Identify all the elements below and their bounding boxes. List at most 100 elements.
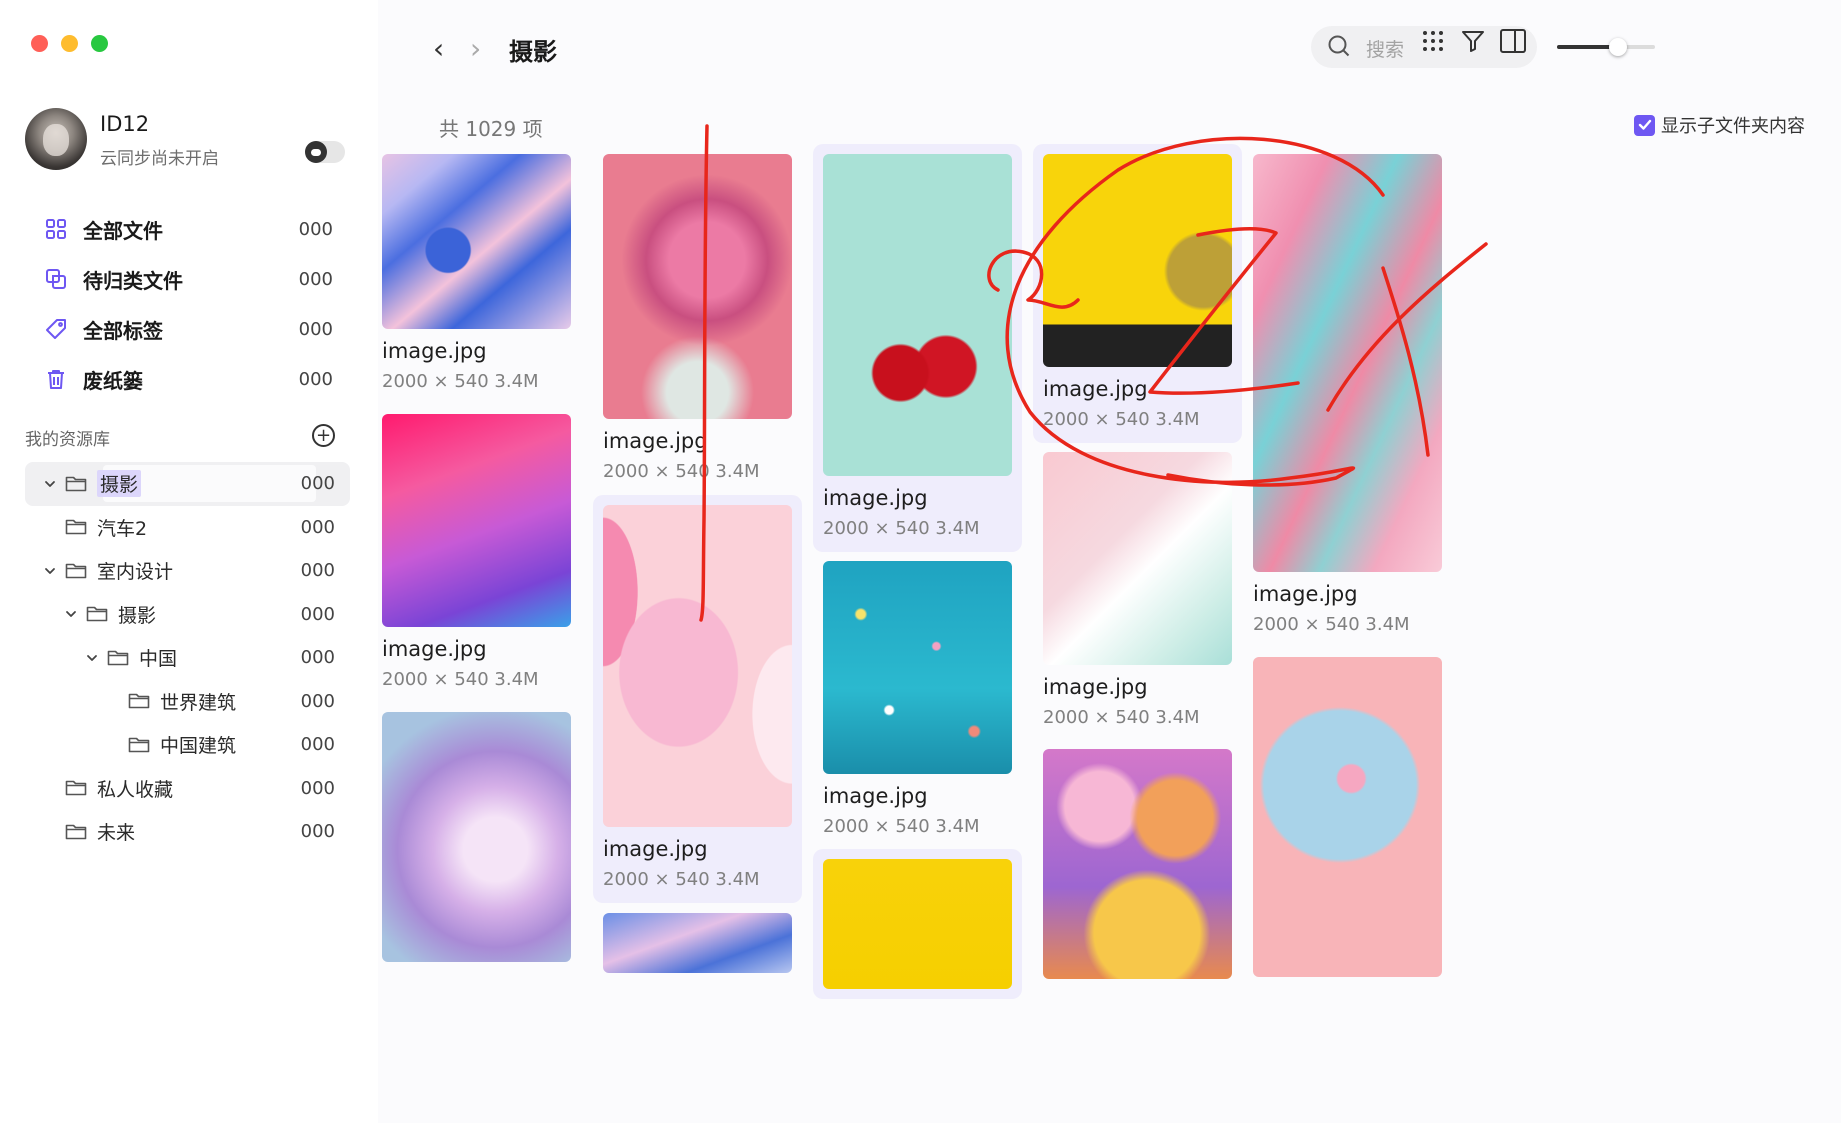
image-grid: image.jpg 2000 × 540 3.4M image.jpg 2000 × … bbox=[378, 0, 1831, 1123]
folder-label: 中国建筑 bbox=[160, 735, 237, 758]
cloud-icon bbox=[305, 141, 327, 163]
folder-item[interactable]: 未来 000 bbox=[25, 810, 350, 854]
folder-item[interactable]: 室内设计 000 bbox=[25, 549, 350, 593]
folder-icon bbox=[128, 736, 150, 754]
sidebar-item-unsorted-files[interactable]: 待归类文件 000 bbox=[25, 254, 345, 304]
file-name: image.jpg bbox=[1253, 582, 1358, 606]
folder-item[interactable]: 摄影 000 bbox=[25, 462, 350, 506]
item-count: 000 bbox=[300, 647, 335, 669]
image-card[interactable]: image.jpg 2000 × 540 3.4M bbox=[1243, 144, 1452, 648]
image-thumbnail[interactable] bbox=[823, 154, 1012, 476]
folder-icon bbox=[65, 779, 87, 797]
image-thumbnail[interactable] bbox=[382, 154, 571, 329]
folder-item[interactable]: 世界建筑 000 bbox=[25, 680, 350, 724]
chevron-down-icon[interactable] bbox=[43, 564, 57, 578]
image-card[interactable]: image.jpg 2000 × 540 3.4M bbox=[813, 551, 1022, 850]
folder-item[interactable]: 汽车2 000 bbox=[25, 506, 350, 550]
file-name: image.jpg bbox=[603, 837, 708, 861]
image-card[interactable] bbox=[378, 702, 581, 972]
sidebar-item-all-tags[interactable]: 全部标签 000 bbox=[25, 304, 345, 354]
chevron-down-icon[interactable] bbox=[43, 477, 57, 491]
file-name: image.jpg bbox=[1043, 675, 1148, 699]
main-content: ‹ › 摄影 搜索 共 1029 项 显示子文件夹内容 image.jpg 20… bbox=[378, 0, 1841, 1123]
image-thumbnail[interactable] bbox=[823, 859, 1012, 989]
image-card[interactable]: image.jpg 2000 × 540 3.4M bbox=[813, 144, 1022, 552]
image-thumbnail[interactable] bbox=[1253, 657, 1442, 977]
chevron-down-icon[interactable] bbox=[64, 607, 78, 621]
folder-label: 未来 bbox=[97, 822, 136, 845]
image-thumbnail[interactable] bbox=[1253, 154, 1442, 572]
sidebar-item-all-files[interactable]: 全部文件 000 bbox=[25, 204, 345, 254]
zoom-window-button[interactable] bbox=[91, 35, 108, 52]
image-thumbnail[interactable] bbox=[603, 154, 792, 419]
item-count: 000 bbox=[300, 560, 335, 582]
folder-label: 摄影 bbox=[97, 470, 142, 498]
item-count: 000 bbox=[298, 218, 333, 240]
file-meta: 2000 × 540 3.4M bbox=[382, 669, 539, 690]
user-profile[interactable]: ID12 云同步尚未开启 bbox=[25, 108, 345, 172]
file-meta: 2000 × 540 3.4M bbox=[823, 518, 980, 539]
image-card[interactable] bbox=[593, 903, 802, 983]
folder-label: 中国 bbox=[139, 648, 178, 671]
chevron-down-icon bbox=[43, 781, 57, 795]
image-card[interactable]: image.jpg 2000 × 540 3.4M bbox=[378, 404, 581, 703]
folder-label: 世界建筑 bbox=[160, 691, 237, 714]
image-thumbnail[interactable] bbox=[1043, 154, 1232, 367]
sidebar-item-label: 全部标签 bbox=[83, 318, 163, 343]
item-count: 000 bbox=[300, 473, 335, 495]
file-name: image.jpg bbox=[603, 429, 708, 453]
image-thumbnail[interactable] bbox=[1043, 749, 1232, 979]
item-count: 000 bbox=[300, 734, 335, 756]
image-card[interactable]: image.jpg 2000 × 540 3.4M bbox=[593, 144, 802, 495]
trash-icon bbox=[43, 366, 69, 392]
image-card[interactable]: image.jpg 2000 × 540 3.4M bbox=[593, 495, 802, 903]
window-controls bbox=[31, 35, 108, 52]
chevron-down-icon bbox=[43, 520, 57, 534]
file-meta: 2000 × 540 3.4M bbox=[823, 816, 980, 837]
folder-icon bbox=[86, 605, 108, 623]
chevron-down-icon bbox=[106, 738, 120, 752]
cloud-sync-toggle[interactable] bbox=[305, 141, 345, 163]
avatar[interactable] bbox=[25, 108, 87, 170]
folder-item[interactable]: 中国 000 bbox=[25, 636, 350, 680]
file-name: image.jpg bbox=[1043, 377, 1148, 401]
file-meta: 2000 × 540 3.4M bbox=[1043, 409, 1200, 430]
image-thumbnail[interactable] bbox=[382, 712, 571, 962]
sidebar-item-trash[interactable]: 废纸篓 000 bbox=[25, 354, 345, 404]
grid-icon bbox=[43, 216, 69, 242]
sidebar-item-label: 全部文件 bbox=[83, 218, 163, 243]
profile-name: ID12 bbox=[100, 112, 150, 136]
item-count: 000 bbox=[300, 603, 335, 625]
image-thumbnail[interactable] bbox=[823, 561, 1012, 774]
folder-label: 私人收藏 bbox=[97, 778, 174, 801]
sync-status: 云同步尚未开启 bbox=[100, 149, 219, 169]
close-window-button[interactable] bbox=[31, 35, 48, 52]
folder-item[interactable]: 中国建筑 000 bbox=[25, 723, 350, 767]
image-card[interactable] bbox=[1033, 739, 1242, 989]
image-thumbnail[interactable] bbox=[1043, 452, 1232, 665]
item-count: 000 bbox=[298, 268, 333, 290]
folder-item[interactable]: 私人收藏 000 bbox=[25, 767, 350, 811]
file-meta: 2000 × 540 3.4M bbox=[603, 461, 760, 482]
folder-label: 摄影 bbox=[118, 604, 157, 627]
file-meta: 2000 × 540 3.4M bbox=[603, 869, 760, 890]
file-meta: 2000 × 540 3.4M bbox=[1253, 614, 1410, 635]
folder-label: 汽车2 bbox=[97, 517, 148, 540]
item-count: 000 bbox=[300, 777, 335, 799]
add-library-button[interactable]: + bbox=[312, 424, 335, 447]
folder-item[interactable]: 摄影 000 bbox=[25, 593, 350, 637]
image-card[interactable]: image.jpg 2000 × 540 3.4M bbox=[1033, 442, 1242, 741]
chevron-down-icon[interactable] bbox=[85, 651, 99, 665]
image-card[interactable]: image.jpg 2000 × 540 3.4M bbox=[378, 144, 581, 405]
image-card[interactable] bbox=[1243, 647, 1452, 987]
image-thumbnail[interactable] bbox=[603, 913, 792, 973]
image-card[interactable] bbox=[813, 849, 1022, 999]
image-thumbnail[interactable] bbox=[603, 505, 792, 827]
minimize-window-button[interactable] bbox=[61, 35, 78, 52]
library-header: 我的资源库 + bbox=[25, 422, 345, 452]
library-title: 我的资源库 bbox=[25, 430, 110, 450]
image-card[interactable]: image.jpg 2000 × 540 3.4M bbox=[1033, 144, 1242, 443]
item-count: 000 bbox=[300, 516, 335, 538]
image-thumbnail[interactable] bbox=[382, 414, 571, 627]
chevron-down-icon bbox=[106, 694, 120, 708]
